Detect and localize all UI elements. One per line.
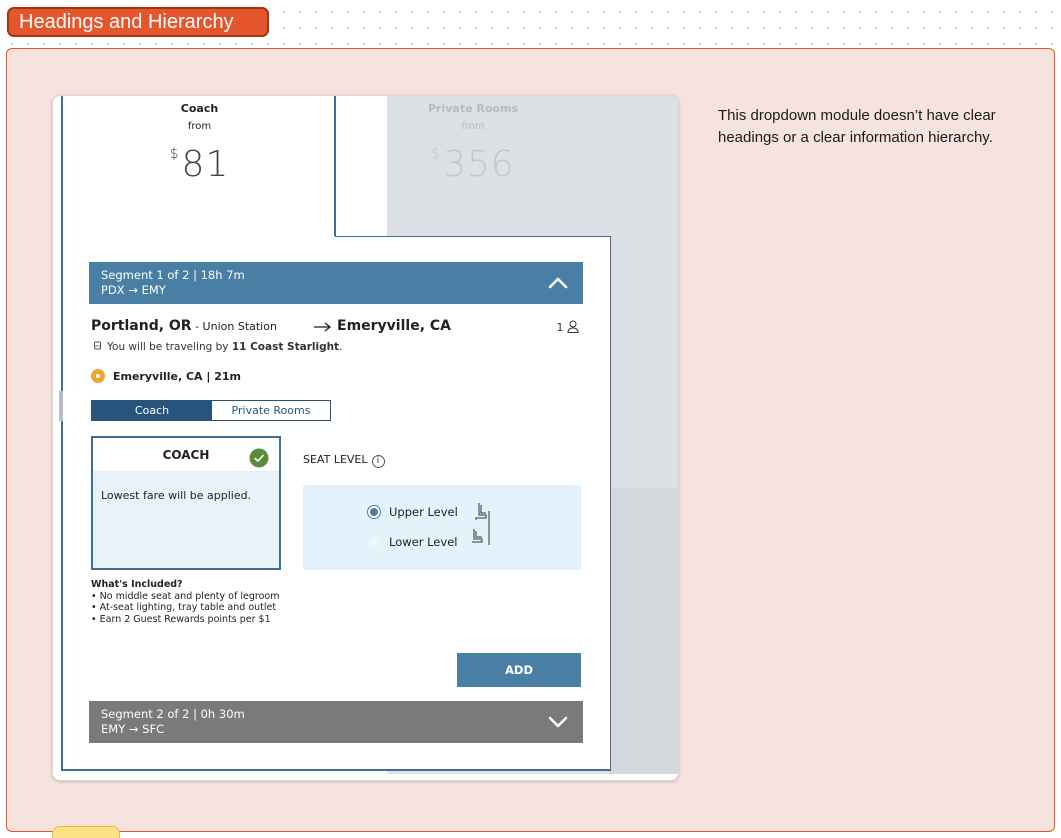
arrow-right-icon <box>314 322 332 332</box>
segment-route: PDX → EMY <box>101 283 166 297</box>
fare-price: $356 <box>337 144 609 185</box>
segment-1-header[interactable]: Segment 1 of 2 | 18h 7m PDX → EMY <box>89 262 583 304</box>
list-item: • Earn 2 Guest Rewards points per $1 <box>91 613 271 625</box>
annotation-note: This dropdown module doesn’t have clear … <box>718 107 996 146</box>
segment-route: EMY → SFC <box>101 722 165 736</box>
seat-option-label: Lower Level <box>389 535 458 549</box>
background-overlay-lower <box>609 488 678 774</box>
currency-symbol: $ <box>169 146 180 162</box>
coach-card-body: Lowest fare will be applied. <box>93 472 279 568</box>
stop-row: Emeryville, CA | 21m <box>91 369 241 383</box>
sticky-note <box>52 826 120 838</box>
destination-city: Emeryville, CA <box>337 318 451 334</box>
train-info: You will be traveling by 11 Coast Starli… <box>93 341 342 353</box>
whats-included: What's Included? • No middle seat and pl… <box>91 579 279 625</box>
upper-seat-icon <box>472 503 490 545</box>
segment-summary: Segment 1 of 2 | 18h 7m <box>101 268 245 282</box>
fare-class-toggle: Coach Private Rooms <box>91 400 331 421</box>
panel-bottom-border <box>61 769 611 771</box>
seat-option-upper[interactable]: Upper Level <box>367 505 458 519</box>
segment-2-header[interactable]: Segment 2 of 2 | 0h 30m EMY → SFC <box>89 701 583 743</box>
segment-detail-panel: Segment 1 of 2 | 18h 7m PDX → EMY Portla… <box>63 237 611 769</box>
train-name: 11 Coast Starlight <box>231 341 340 353</box>
train-suffix: . <box>339 341 343 353</box>
origin-city: Portland, OR <box>91 318 192 334</box>
chevron-down-icon[interactable] <box>547 711 569 733</box>
tab-divider <box>335 96 336 237</box>
toggle-private-rooms[interactable]: Private Rooms <box>212 401 330 420</box>
radio-unselected-icon[interactable] <box>367 535 381 549</box>
seat-option-lower[interactable]: Lower Level <box>367 535 457 549</box>
add-button[interactable]: ADD <box>457 653 581 687</box>
segment-summary: Segment 2 of 2 | 0h 30m <box>101 707 245 721</box>
fare-price: $81 <box>65 144 334 185</box>
coach-fare-card[interactable]: COACH Lowest fare will be applied. <box>91 436 281 570</box>
passenger-count: 1 <box>557 320 580 334</box>
seat-level-text: SEAT LEVEL <box>303 453 368 466</box>
fare-amount: 81 <box>181 144 230 185</box>
stop-label: Emeryville, CA | 21m <box>113 370 242 383</box>
fare-name: Coach <box>180 102 219 115</box>
fare-from-label: from <box>461 121 485 132</box>
radio-selected-icon[interactable] <box>367 505 381 519</box>
train-icon <box>94 341 101 350</box>
train-prefix: You will be traveling by <box>107 341 232 353</box>
currency-symbol: $ <box>431 146 442 162</box>
person-icon <box>567 320 579 333</box>
chevron-up-icon[interactable] <box>547 272 569 294</box>
fare-tab-coach[interactable]: Coach from $81 <box>65 96 335 236</box>
stop-marker-icon <box>91 369 105 383</box>
fare-name: Private Rooms <box>428 102 518 115</box>
seat-level-label: SEAT LEVEL i <box>303 453 385 468</box>
fare-from-label: from <box>187 121 212 132</box>
screenshot-card: Coach from $81 Private Rooms from $356 S… <box>52 95 679 781</box>
seat-level-options: Upper Level Lower Level <box>303 485 581 570</box>
info-icon[interactable]: i <box>371 455 385 468</box>
fare-tab-private-rooms[interactable]: Private Rooms from $356 <box>337 96 609 236</box>
whats-included-title: What's Included? <box>91 579 183 590</box>
section-title: Headings and Hierarchy <box>7 7 269 37</box>
list-item: • No middle seat and plenty of legroom <box>91 590 280 602</box>
list-item: • At-seat lighting, tray table and outle… <box>91 602 277 613</box>
fare-amount: 356 <box>443 144 515 185</box>
seat-option-label: Upper Level <box>389 505 458 519</box>
passenger-count-value: 1 <box>556 321 564 334</box>
check-icon <box>249 448 269 468</box>
origin-station: - Union Station <box>191 320 277 333</box>
toggle-coach[interactable]: Coach <box>92 401 212 420</box>
route-row: Portland, OR - Union Station Emeryville,… <box>91 318 581 338</box>
